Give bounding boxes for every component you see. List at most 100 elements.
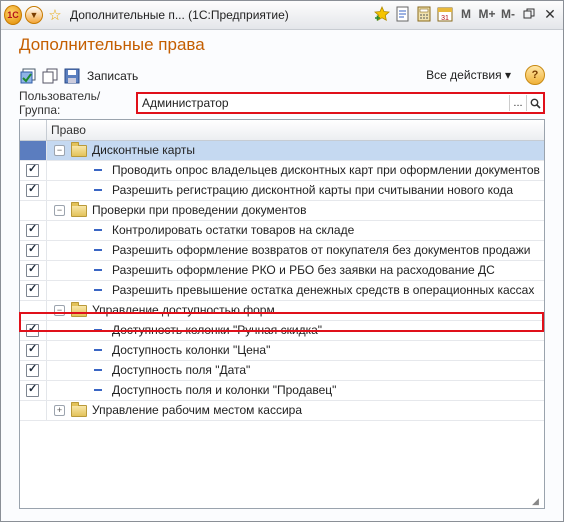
checkbox[interactable]: ✓ [26, 243, 39, 257]
table-row-group[interactable]: − Проверки при проведении документов [20, 201, 544, 221]
checkbox[interactable]: ✓ [26, 163, 39, 177]
add-favorite-icon[interactable] [373, 5, 391, 23]
svg-text:31: 31 [441, 15, 449, 22]
toolbar: Записать Все действия ▾ ? [19, 65, 545, 87]
check-mark-icon: ✓ [28, 363, 38, 375]
collapse-icon[interactable]: − [54, 145, 65, 156]
checkbox[interactable]: ✓ [26, 343, 39, 357]
save-and-close-icon[interactable] [19, 67, 37, 85]
item-dash-icon [94, 189, 102, 191]
collapse-icon[interactable]: − [54, 305, 65, 316]
folder-icon [71, 142, 87, 157]
check-cell[interactable]: ✓ [20, 161, 47, 180]
checkbox[interactable]: ✓ [26, 183, 39, 197]
memory-minus-icon[interactable]: M- [499, 5, 517, 23]
window-title: Дополнительные п... (1С:Предприятие) [70, 8, 289, 22]
check-mark-icon: ✓ [28, 183, 38, 195]
check-mark-icon: ✓ [28, 243, 38, 255]
title-bar: 1С ▼ ☆ Дополнительные п... (1С:Предприят… [1, 1, 563, 30]
right-label: Контролировать остатки товаров на складе [112, 223, 355, 237]
table-row[interactable]: ✓ Разрешить оформление РКО и РБО без заяв… [20, 261, 544, 281]
checkbox[interactable]: ✓ [26, 363, 39, 377]
table-row[interactable]: ✓ Разрешить оформление возвратов от покуп… [20, 241, 544, 261]
menu-dropdown-icon[interactable]: ▼ [25, 6, 43, 24]
title-bar-tools: 31 M M+ M- ✕ [373, 5, 559, 23]
table-row[interactable]: ✓ Доступность колонки "Цена" [20, 341, 544, 361]
check-cell[interactable] [20, 201, 47, 220]
app-logo-icon[interactable]: 1С [4, 5, 22, 25]
search-icon[interactable] [526, 95, 543, 111]
help-icon[interactable]: ? [525, 65, 545, 85]
check-cell[interactable] [20, 141, 47, 160]
folder-icon [71, 402, 87, 417]
check-cell[interactable]: ✓ [20, 361, 47, 380]
check-cell[interactable] [20, 401, 47, 420]
item-dash-icon [94, 229, 102, 231]
right-label: Доступность поля "Дата" [112, 363, 251, 377]
check-mark-icon: ✓ [28, 323, 38, 335]
table-row[interactable]: ✓ Разрешить превышение остатка денежных с… [20, 281, 544, 301]
table-row[interactable]: ✓ Доступность колонки "Ручная скидка" [20, 321, 544, 341]
checkbox[interactable]: ✓ [26, 263, 39, 277]
user-group-label: Пользователь/Группа: [19, 89, 101, 117]
folder-icon [71, 202, 87, 217]
save-button[interactable]: Записать [87, 69, 138, 83]
check-mark-icon: ✓ [28, 343, 38, 355]
restore-icon[interactable] [520, 5, 538, 23]
table-row[interactable]: ✓ Доступность поля "Дата" [20, 361, 544, 381]
check-cell[interactable]: ✓ [20, 181, 47, 200]
column-header-right[interactable]: Право [51, 123, 86, 137]
check-mark-icon: ✓ [28, 223, 38, 235]
user-group-field[interactable]: ... [136, 92, 545, 114]
checkbox[interactable]: ✓ [26, 383, 39, 397]
item-dash-icon [94, 169, 102, 171]
item-dash-icon [94, 389, 102, 391]
item-dash-icon [94, 289, 102, 291]
checkbox[interactable]: ✓ [26, 223, 39, 237]
user-group-input[interactable] [138, 94, 509, 112]
table-row[interactable]: ✓ Контролировать остатки товаров на склад… [20, 221, 544, 241]
resize-grip-icon[interactable]: ◢ [532, 496, 542, 506]
check-mark-icon: ✓ [28, 263, 38, 275]
checkbox[interactable]: ✓ [26, 323, 39, 337]
check-mark-icon: ✓ [28, 283, 38, 295]
document-icon[interactable] [394, 5, 412, 23]
item-dash-icon [94, 249, 102, 251]
check-cell[interactable]: ✓ [20, 221, 47, 240]
header-check-column [20, 120, 47, 140]
calendar-icon[interactable]: 31 [436, 5, 454, 23]
close-icon[interactable]: ✕ [541, 5, 559, 23]
check-cell[interactable]: ✓ [20, 341, 47, 360]
table-row[interactable]: ✓ Проводить опрос владельцев дисконтных к… [20, 161, 544, 181]
table-row-group[interactable]: − Управление доступностью форм [20, 301, 544, 321]
table-row[interactable]: ✓ Разрешить регистрацию дисконтной карты … [20, 181, 544, 201]
user-group-row: Пользователь/Группа: ... [19, 89, 545, 117]
table-row-group[interactable]: − Дисконтные карты [20, 141, 544, 161]
check-cell[interactable]: ✓ [20, 281, 47, 300]
memory-icon[interactable]: M [457, 5, 475, 23]
check-cell[interactable]: ✓ [20, 241, 47, 260]
rights-table[interactable]: Право − Дисконтные карты ✓ Проводить опрос … [19, 119, 545, 509]
item-dash-icon [94, 369, 102, 371]
check-cell[interactable]: ✓ [20, 381, 47, 400]
folder-icon [71, 302, 87, 317]
check-cell[interactable] [20, 301, 47, 320]
table-row-group[interactable]: + Управление рабочим местом кассира [20, 401, 544, 421]
right-label: Доступность колонки "Ручная скидка" [112, 323, 323, 337]
calculator-icon[interactable] [415, 5, 433, 23]
all-actions-menu[interactable]: Все действия ▾ [426, 68, 511, 82]
save-icon[interactable] [63, 67, 81, 85]
checkbox[interactable]: ✓ [26, 283, 39, 297]
favorite-star-icon[interactable]: ☆ [46, 6, 64, 24]
expand-icon[interactable]: + [54, 405, 65, 416]
right-label: Разрешить превышение остатка денежных ср… [112, 283, 535, 297]
memory-plus-icon[interactable]: M+ [478, 5, 496, 23]
check-cell[interactable]: ✓ [20, 261, 47, 280]
select-button[interactable]: ... [509, 95, 526, 111]
right-label: Разрешить регистрацию дисконтной карты п… [112, 183, 514, 197]
check-cell[interactable]: ✓ [20, 321, 47, 340]
table-row[interactable]: ✓ Доступность поля и колонки "Продавец" [20, 381, 544, 401]
collapse-icon[interactable]: − [54, 205, 65, 216]
copy-icon[interactable] [41, 67, 59, 85]
item-dash-icon [94, 269, 102, 271]
